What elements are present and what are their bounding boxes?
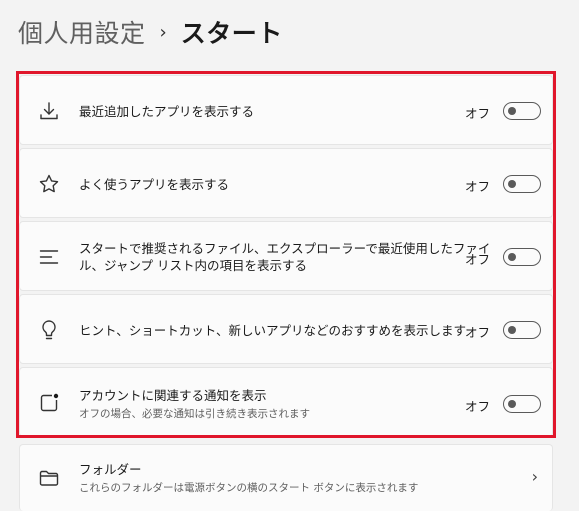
folder-icon [39,470,59,486]
highlight-frame [16,71,556,438]
breadcrumb-parent[interactable]: 個人用設定 [18,14,146,50]
folders-title: フォルダー [79,462,142,477]
chevron-right-icon: › [531,467,538,486]
breadcrumb-separator: › [159,21,167,43]
folders-label: フォルダー これらのフォルダーは電源ボタンの横のスタート ボタンに表示されます [79,461,418,495]
breadcrumb: 個人用設定 › スタート [18,14,283,50]
page-title: スタート [180,19,283,48]
folders-sublabel: これらのフォルダーは電源ボタンの横のスタート ボタンに表示されます [79,482,419,494]
folders-link[interactable]: フォルダー これらのフォルダーは電源ボタンの横のスタート ボタンに表示されます … [19,444,553,511]
